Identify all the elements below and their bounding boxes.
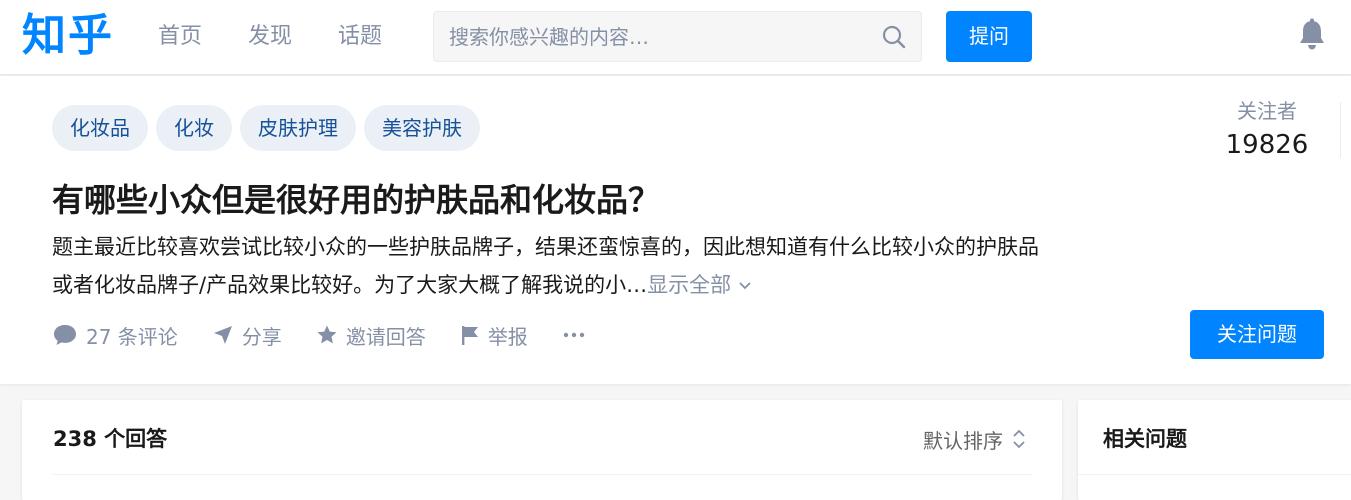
show-all-label: 显示全部: [647, 273, 732, 297]
invite-answer-button[interactable]: 邀请回答: [316, 321, 426, 350]
question-header: 化妆品 化妆 皮肤护理 美容护肤 关注者 19826 有哪些小众但是很好用的护肤品和化…: [0, 76, 1351, 384]
answers-card: 238 个回答 默认排序: [22, 400, 1062, 500]
report-label: 举报: [487, 324, 528, 349]
sort-icon: [1013, 429, 1025, 449]
share-icon: [213, 326, 232, 344]
search-box: [433, 11, 922, 62]
comment-icon: [54, 325, 76, 345]
invite-answer-label: 邀请回答: [345, 324, 426, 349]
topic-tag[interactable]: 美容护肤: [364, 105, 480, 151]
question-title: 有哪些小众但是很好用的护肤品和化妆品？: [52, 181, 661, 219]
search-icon[interactable]: [881, 24, 907, 50]
divider: [53, 474, 1032, 475]
search-input[interactable]: [434, 12, 864, 61]
topic-tag[interactable]: 皮肤护理: [240, 105, 356, 151]
flag-icon: [461, 326, 478, 345]
topic-tag[interactable]: 化妆: [156, 105, 232, 151]
nav-home[interactable]: 首页: [158, 22, 202, 52]
answers-count: 238 个回答: [53, 427, 168, 451]
more-icon: [563, 332, 585, 338]
share-label: 分享: [241, 324, 282, 349]
nav-explore[interactable]: 发现: [248, 22, 292, 52]
nav-topics[interactable]: 话题: [338, 22, 382, 52]
followers-stat: 关注者 19826: [1210, 97, 1324, 163]
bell-icon[interactable]: [1296, 18, 1328, 52]
zhihu-logo[interactable]: 知乎: [22, 8, 114, 64]
comments-label: 27 条评论: [86, 324, 178, 349]
more-options-button[interactable]: [562, 323, 594, 347]
followers-count: 19826: [1225, 130, 1309, 160]
chevron-down-icon: [739, 282, 751, 290]
question-detail-text: 题主最近比较喜欢尝试比较小众的一些护肤品牌子，结果还蛮惊喜的，因此想知道有什么比…: [52, 235, 1039, 297]
divider: [1078, 474, 1351, 475]
star-icon: [317, 325, 337, 344]
share-button[interactable]: 分享: [212, 321, 282, 350]
top-navigation-bar: 知乎 首页 发现 话题 提问: [0, 0, 1351, 75]
related-questions-title: 相关问题: [1103, 427, 1187, 451]
question-action-bar: 27 条评论 分享 邀请回答 举报: [52, 318, 628, 352]
related-questions-card: 相关问题: [1078, 400, 1351, 500]
divider: [1340, 102, 1341, 158]
sort-toggle[interactable]: 默认排序: [923, 424, 1027, 454]
comments-button[interactable]: 27 条评论: [52, 321, 178, 350]
question-detail: 题主最近比较喜欢尝试比较小众的一些护肤品牌子，结果还蛮惊喜的，因此想知道有什么比…: [52, 228, 1052, 304]
show-all-button[interactable]: 显示全部: [647, 273, 753, 297]
report-button[interactable]: 举报: [460, 321, 528, 350]
sort-label: 默认排序: [923, 428, 1003, 453]
ask-question-button[interactable]: 提问: [946, 11, 1032, 62]
followers-label: 关注者: [1237, 99, 1297, 123]
topic-tags: 化妆品 化妆 皮肤护理 美容护肤: [52, 105, 488, 151]
topic-tag[interactable]: 化妆品: [52, 105, 148, 151]
follow-question-button[interactable]: 关注问题: [1190, 310, 1324, 359]
